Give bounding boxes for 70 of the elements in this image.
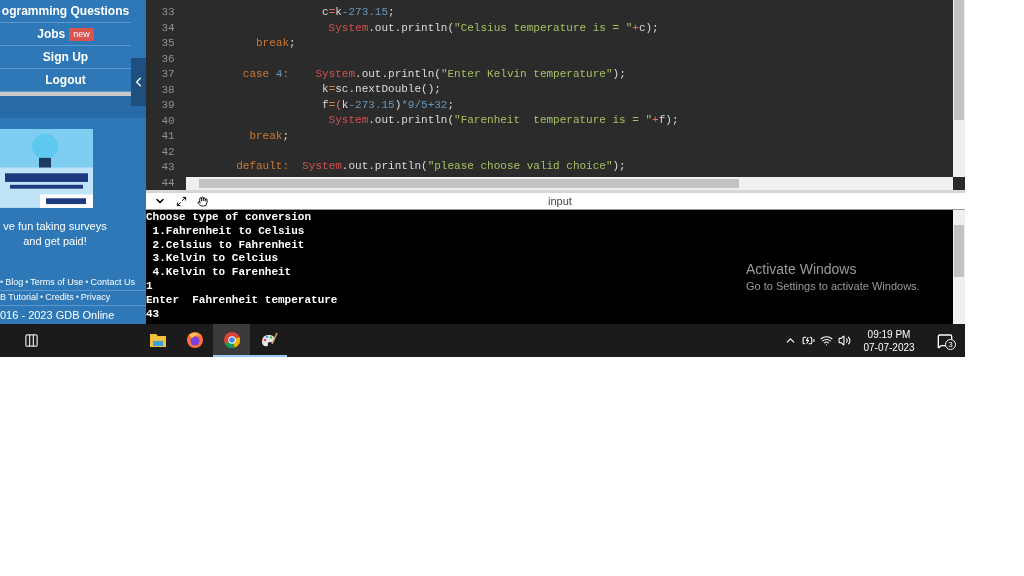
browser-icon <box>222 330 241 349</box>
activation-title: Activate Windows <box>746 260 858 278</box>
separator-dot: • <box>75 291 79 305</box>
console-line: 1 <box>146 280 153 294</box>
palette-icon <box>259 330 278 349</box>
footer-link[interactable]: Terms of Use <box>30 276 84 290</box>
volume-icon[interactable] <box>838 334 851 347</box>
console-line: 43 <box>146 307 160 322</box>
code-line: c=k-273.15; <box>321 5 395 20</box>
vertical-scrollbar[interactable] <box>953 0 965 177</box>
console-line: 3.Kelvin to Celcius <box>151 252 279 267</box>
code-line: System.out.println("Celsius temperature is = "+c); <box>327 20 659 36</box>
console-line: 4.Kelvin to Farenheit <box>151 266 292 280</box>
hand-icon[interactable] <box>197 195 208 207</box>
footer-link[interactable]: B Tutorial <box>0 291 39 305</box>
separator-dot: • <box>40 291 44 305</box>
line-number: 39 <box>161 98 175 113</box>
line-number: 40 <box>161 113 175 129</box>
taskbar-app[interactable] <box>213 324 250 357</box>
code-line: break; <box>248 128 290 144</box>
horizontal-scrollbar[interactable] <box>186 177 953 190</box>
menu-link[interactable]: Sign Up <box>42 48 89 66</box>
console-line: Enter Fahrenheit temperature <box>146 293 338 308</box>
console-line: 1.Fahrenheit to Celsius <box>151 224 305 239</box>
code-line: case 4: System.out.println("Enter Kelvin temperature"); <box>241 66 626 82</box>
collapse-button[interactable] <box>131 58 146 106</box>
footer-link[interactable]: Contact Us <box>90 276 136 290</box>
line-number: 36 <box>161 51 175 67</box>
task-view-icon[interactable] <box>24 333 39 348</box>
menu-link[interactable]: ogramming Questions <box>1 2 130 20</box>
promo-text: ve fun taking surveys <box>3 218 107 234</box>
promo-text: and get paid! <box>23 233 87 249</box>
copyright-text: 016 - 2023 GDB Online <box>0 307 116 323</box>
footer-link[interactable]: Credits <box>45 291 74 305</box>
battery-icon[interactable] <box>802 334 815 347</box>
new-badge: new <box>69 27 94 41</box>
code-line: System.out.println("Farenheit temperature is = "+f); <box>327 113 679 129</box>
folder-icon <box>148 331 167 348</box>
line-number: 38 <box>161 82 175 98</box>
wifi-icon[interactable] <box>820 334 833 347</box>
separator-dot: • <box>85 276 89 290</box>
code-line: default: System.out.println("please choose valid choice"); <box>235 159 626 175</box>
footer-link[interactable]: Blog <box>5 276 24 290</box>
console-scrollbar[interactable] <box>953 210 965 324</box>
separator-dot: • <box>0 276 4 290</box>
line-number: 43 <box>161 160 175 175</box>
footer-link[interactable]: Privacy <box>80 291 111 305</box>
notification-count: 3 <box>945 338 956 350</box>
code-line: f=(k-273.15)*9/5+32; <box>321 97 455 113</box>
clock[interactable]: 09:19 PM 07-07-2023 <box>860 327 918 354</box>
console-line: Choose type of conversion <box>146 211 312 225</box>
console-title: input <box>548 193 572 209</box>
line-number: 33 <box>161 5 175 20</box>
clock-time: 09:19 PM <box>867 327 911 341</box>
line-number: 34 <box>161 20 175 36</box>
menu-link[interactable]: Jobs <box>37 25 66 43</box>
separator-dot: • <box>25 276 29 290</box>
activation-subtitle: Go to Settings to activate Windows. <box>746 279 920 294</box>
line-number: 35 <box>161 36 175 51</box>
browser-icon <box>185 330 204 349</box>
console-line: 2.Celsius to Fahrenheit <box>151 238 305 253</box>
menu-link[interactable]: Logout <box>45 71 86 89</box>
expand-icon[interactable] <box>176 195 187 207</box>
line-number: 41 <box>161 129 175 144</box>
line-number: 37 <box>161 67 175 82</box>
code-line: break; <box>255 36 296 51</box>
code-line: k=sc.nextDouble(); <box>321 82 441 98</box>
clock-date: 07-07-2023 <box>863 340 915 354</box>
line-number: 42 <box>161 144 175 160</box>
line-number: 44 <box>161 175 175 190</box>
